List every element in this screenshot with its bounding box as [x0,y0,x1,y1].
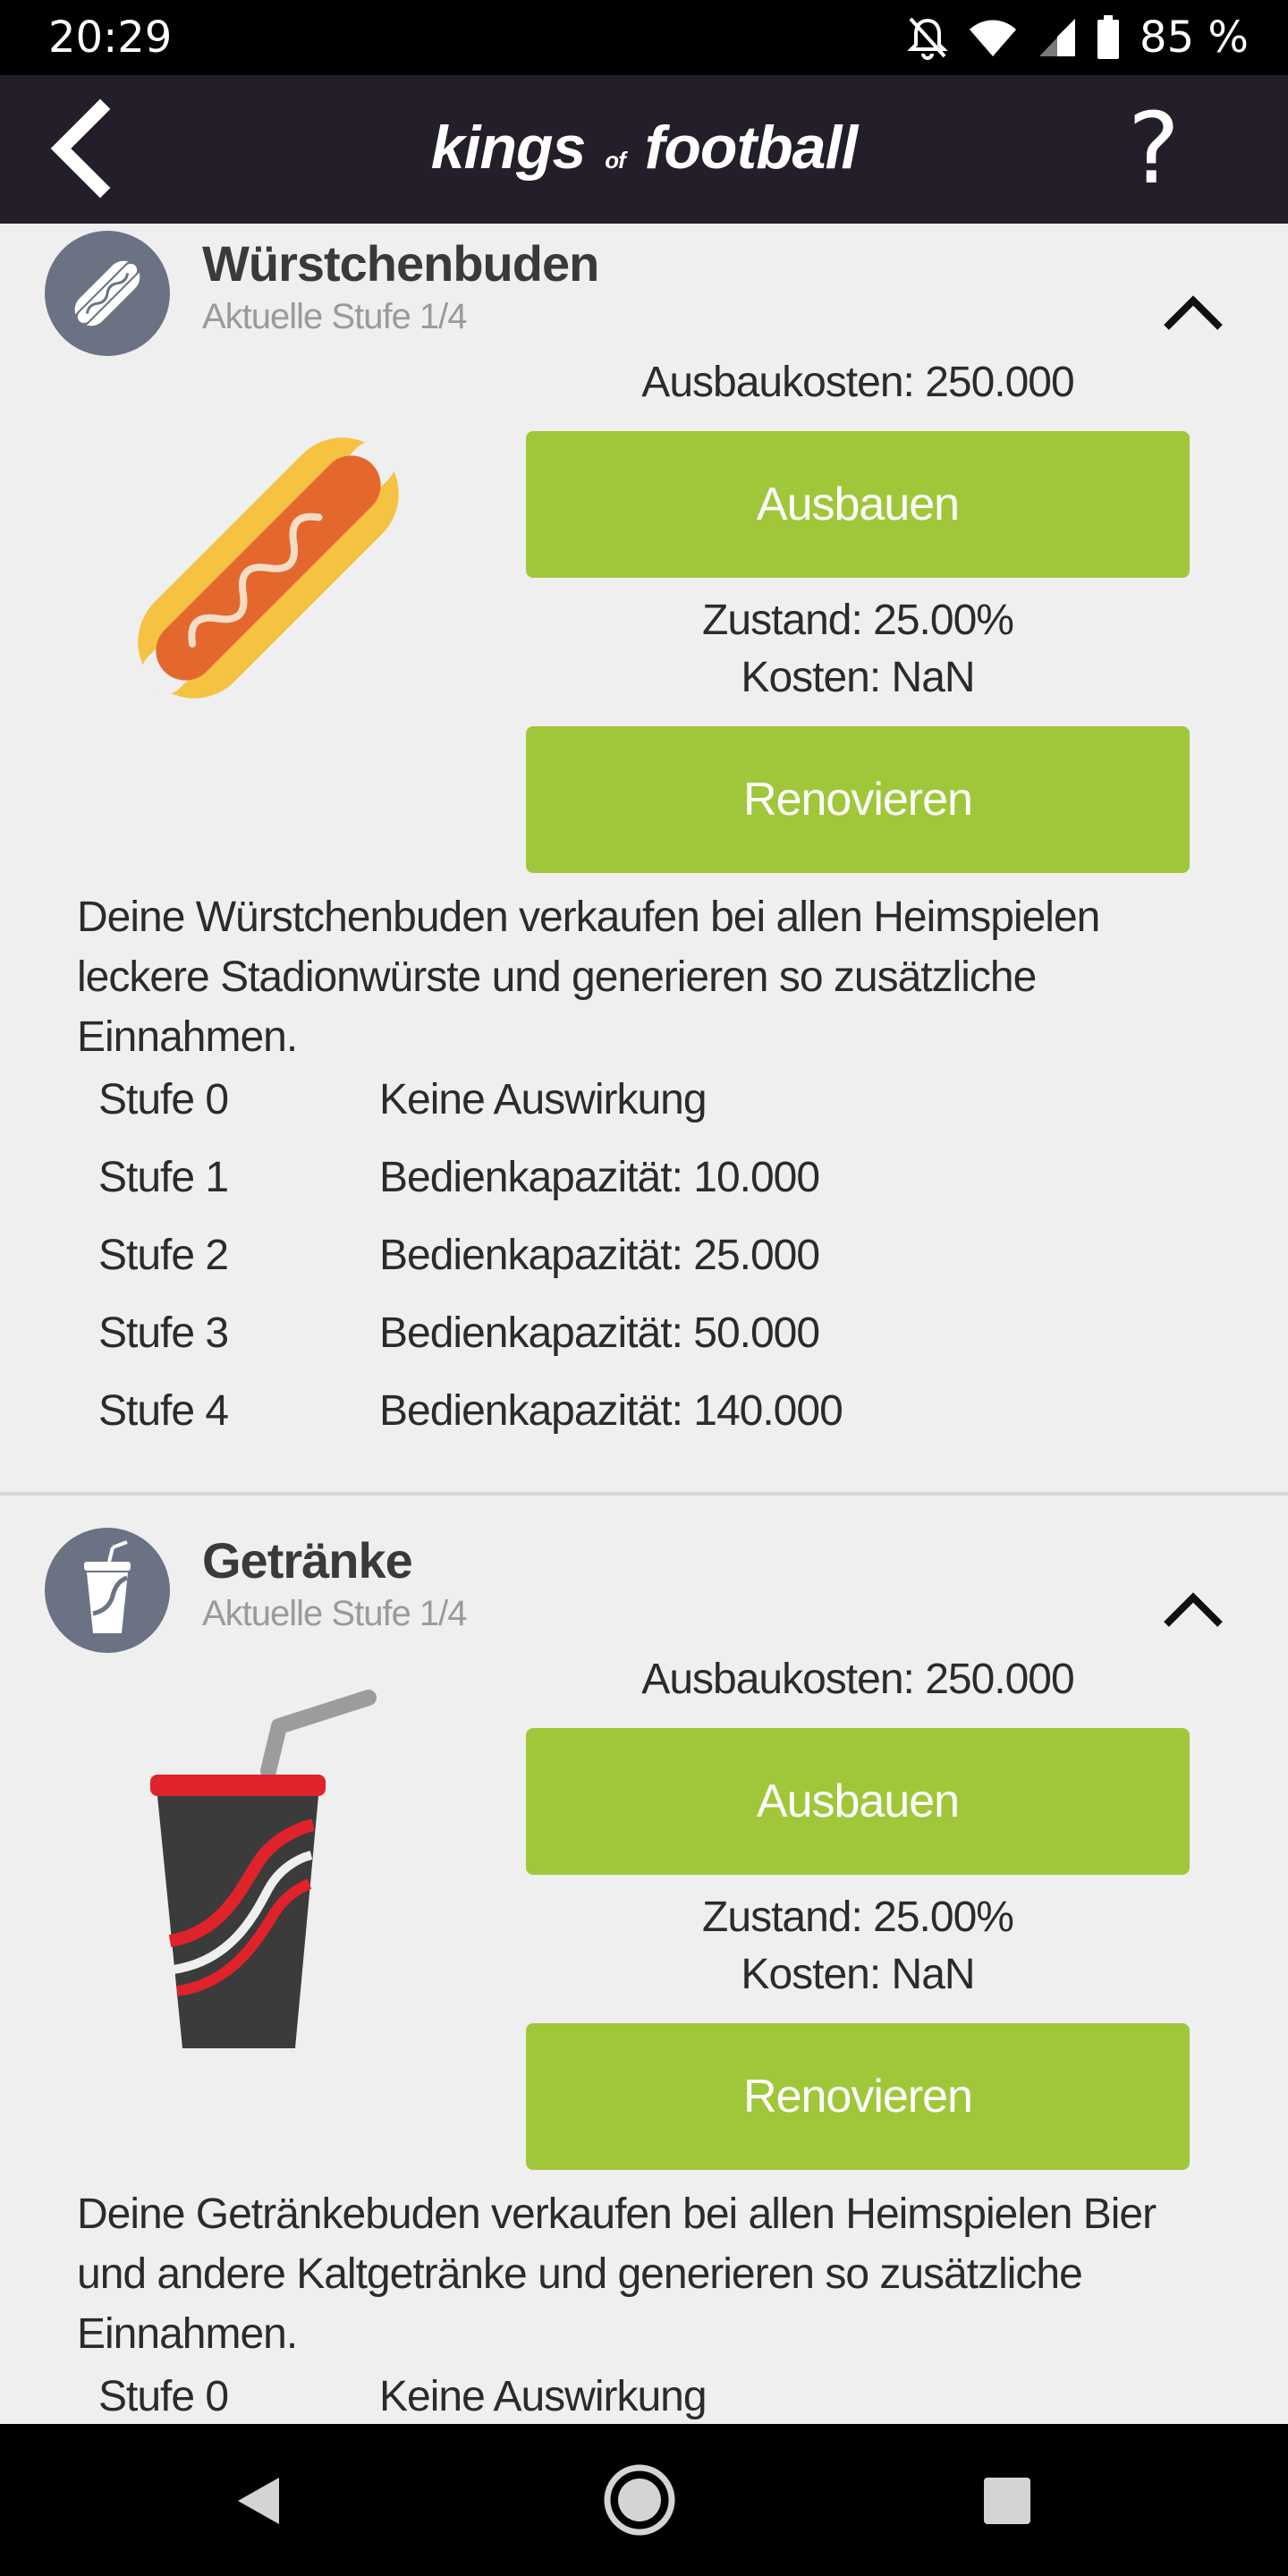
nav-home-icon[interactable] [601,2462,678,2538]
level-name: Stufe 2 [98,1232,229,1279]
section-avatar [45,1528,170,1653]
status-time: 20:29 [48,13,173,63]
renovation-cost: Kosten: NaN [741,1951,975,1998]
collapse-chevron-icon[interactable] [1161,1590,1225,1630]
level-effect: Keine Auswirkung [379,1076,708,1123]
hotdog-icon [138,437,399,699]
level-row: Stufe 4 Bedienkapazität: 140.000 [98,1386,1199,1464]
level-row: Stufe 0 Keine Auswirkung [98,2372,1199,2424]
upgrade-cost: Ausbaukosten: 250.000 [641,359,1074,406]
logo-word-of: of [605,147,626,174]
section-subtitle: Aktuelle Stufe 1/4 [202,297,468,336]
content-scroll[interactable]: Würstchenbuden Aktuelle Stufe 1/4 Ausbau… [0,224,1288,2424]
section-divider [0,1492,1288,1496]
level-name: Stufe 4 [98,1387,229,1435]
logo-word-football: football [644,114,859,182]
wifi-icon [970,20,1017,56]
level-name: Stufe 1 [98,1154,229,1201]
level-effect: Bedienkapazität: 50.000 [379,1309,820,1357]
level-effect: Bedienkapazität: 10.000 [379,1154,820,1201]
section-subtitle: Aktuelle Stufe 1/4 [202,1594,468,1633]
condition-text: Zustand: 25.00% [702,597,1014,644]
collapse-chevron-icon[interactable] [1161,293,1225,333]
nav-back-icon[interactable] [231,2472,288,2529]
upgrade-cost: Ausbaukosten: 250.000 [641,1656,1074,1703]
level-effect: Keine Auswirkung [379,2373,708,2420]
section-title: Würstchenbuden [202,235,599,292]
app-logo: kings of football [0,113,1288,182]
section-description: Deine Getränkebuden verkaufen bei allen … [77,2190,1157,2358]
upgrade-button[interactable]: Ausbauen [526,431,1190,578]
level-row: Stufe 2 Bedienkapazität: 25.000 [98,1231,1199,1309]
section-avatar [45,231,170,356]
drink-avatar-icon [84,1540,131,1633]
level-row: Stufe 3 Bedienkapazität: 50.000 [98,1309,1199,1386]
section-getraenke: Getränke Aktuelle Stufe 1/4 Ausbaukosten… [0,1521,1288,2424]
section-wuerstchenbuden: Würstchenbuden Aktuelle Stufe 1/4 Ausbau… [0,224,1288,1494]
drink-cup-icon [150,1690,377,2048]
level-row: Stufe 0 Keine Auswirkung [98,1075,1199,1153]
logo-word-kings: kings [430,114,587,182]
hotdog-avatar-icon [74,260,140,326]
status-bar: 20:29 85 % [0,0,1288,75]
battery-icon [1097,15,1120,59]
notifications-off-icon [907,17,948,60]
status-icons: 85 % [907,9,1249,66]
level-row: Stufe 1 Bedienkapazität: 10.000 [98,1153,1199,1231]
level-name: Stufe 0 [98,2373,229,2420]
condition-text: Zustand: 25.00% [702,1894,1014,1941]
section-description: Deine Würstchenbuden verkaufen bei allen… [77,894,1100,1061]
level-name: Stufe 0 [98,1076,229,1123]
level-effect: Bedienkapazität: 25.000 [379,1232,820,1279]
nav-recents-icon[interactable] [982,2476,1032,2526]
level-name: Stufe 3 [98,1309,229,1357]
signal-icon [1039,19,1076,56]
renovate-button[interactable]: Renovieren [526,726,1190,873]
battery-percent: 85 % [1140,13,1249,63]
app-header: kings of football ? [0,75,1288,224]
levels-table: Stufe 0 Keine Auswirkung [98,2372,1199,2424]
renovate-button[interactable]: Renovieren [526,2023,1190,2170]
system-nav-bar [0,2424,1288,2576]
levels-table: Stufe 0 Keine Auswirkung Stufe 1 Bedienk… [98,1075,1199,1464]
section-title: Getränke [202,1532,413,1589]
level-effect: Bedienkapazität: 140.000 [379,1387,843,1435]
upgrade-button[interactable]: Ausbauen [526,1728,1190,1875]
renovation-cost: Kosten: NaN [741,654,975,701]
help-button[interactable]: ? [1109,95,1199,202]
